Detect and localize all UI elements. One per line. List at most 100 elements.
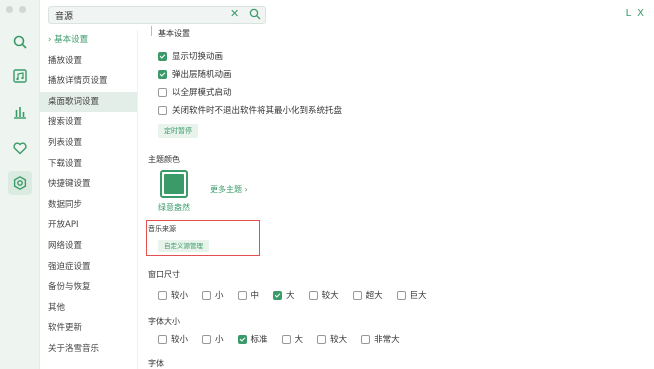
- check-minimize-to-tray[interactable]: 关闭软件时不退出软件将其最小化到系统托盘: [158, 104, 342, 116]
- window-size-option[interactable]: 较小: [158, 289, 188, 301]
- nav-item-desktop-lyric[interactable]: 桌面歌词设置: [40, 91, 137, 113]
- option-label: 超大: [365, 291, 383, 301]
- nav-item-network[interactable]: 网络设置: [40, 236, 137, 257]
- app-window: ✕ L X › 基本设置 播放设置 播放详情页设置 桌面歌词设置 搜索设置 列表…: [0, 0, 654, 369]
- checkbox[interactable]: [237, 334, 247, 344]
- option-label: 巨大: [409, 291, 427, 301]
- settings-icon[interactable]: [8, 171, 32, 195]
- more-themes-link[interactable]: 更多主题 ›: [210, 184, 248, 195]
- font-size-option[interactable]: 标准: [237, 333, 268, 345]
- font-size-option[interactable]: 较小: [158, 333, 188, 345]
- checkbox[interactable]: [352, 290, 362, 300]
- window-size-option[interactable]: 较大: [308, 289, 339, 301]
- checkbox[interactable]: [237, 290, 247, 300]
- timer-pause-button[interactable]: 定时暂停: [158, 124, 198, 138]
- section-title-font-size: 字体大小: [148, 317, 180, 326]
- checkbox[interactable]: [317, 334, 327, 344]
- nav-item-hotkey[interactable]: 快捷键设置: [40, 174, 137, 195]
- nav-item-download[interactable]: 下载设置: [40, 154, 137, 175]
- search-submit-icon[interactable]: [249, 8, 261, 20]
- option-label: 非常大: [374, 335, 400, 345]
- checkbox[interactable]: [281, 334, 291, 344]
- section-title-theme: 主题颜色: [148, 155, 180, 164]
- window-dot[interactable]: [19, 6, 26, 13]
- traffic-lights: [6, 6, 26, 13]
- section-title-basic: 基本设置: [158, 29, 190, 38]
- close-button[interactable]: X: [637, 8, 644, 19]
- nav-item-search[interactable]: 搜索设置: [40, 112, 137, 133]
- search-input[interactable]: [55, 10, 225, 20]
- icon-rail: [0, 0, 40, 369]
- checkbox[interactable]: [158, 105, 167, 115]
- option-label: 小: [215, 335, 224, 345]
- search-icon[interactable]: [8, 30, 32, 54]
- window-size-options: 较小 小 中 大 较大 超大 巨大: [158, 289, 441, 301]
- chart-icon[interactable]: [8, 100, 32, 124]
- option-label: 小: [215, 291, 224, 301]
- nav-item-sync[interactable]: 数据同步: [40, 195, 137, 216]
- option-label: 标准: [250, 335, 268, 345]
- nav-item-backup[interactable]: 备份与恢复: [40, 277, 137, 298]
- font-size-options: 较小 小 标准 大 较大 非常大: [158, 333, 414, 345]
- checkbox-label: 弹出层随机动画: [172, 70, 232, 80]
- window-dot[interactable]: [6, 6, 13, 13]
- window-controls: L X: [626, 8, 644, 19]
- theme-name: 绿意盎然: [158, 203, 190, 212]
- nav-item-other[interactable]: 其他: [40, 298, 137, 319]
- checkbox[interactable]: [158, 69, 167, 79]
- check-fullscreen-start[interactable]: 以全屏模式启动: [158, 86, 232, 98]
- custom-source-button[interactable]: 自定义源管理: [158, 240, 209, 252]
- settings-content: 基本设置 显示切换动画 弹出层随机动画 以全屏模式启动 关闭软件时不退出软件将其…: [146, 26, 646, 369]
- nav-item-odc[interactable]: 强迫症设置: [40, 257, 137, 278]
- window-size-option[interactable]: 超大: [352, 289, 383, 301]
- nav-item-update[interactable]: 软件更新: [40, 318, 137, 339]
- check-random-popup-animation[interactable]: 弹出层随机动画: [158, 68, 232, 80]
- nav-item-about[interactable]: 关于洛雪音乐: [40, 339, 137, 360]
- section-title-font: 字体: [148, 359, 164, 368]
- checkbox[interactable]: [158, 290, 167, 300]
- theme-swatch-green[interactable]: [160, 170, 188, 198]
- heart-icon[interactable]: [8, 136, 32, 160]
- checkbox[interactable]: [273, 290, 283, 300]
- checkbox-label: 以全屏模式启动: [172, 88, 232, 98]
- window-size-option[interactable]: 小: [202, 289, 224, 301]
- option-label: 较小: [171, 335, 189, 345]
- font-size-option[interactable]: 小: [202, 333, 224, 345]
- window-size-option[interactable]: 中: [237, 289, 260, 301]
- nav-item-basic[interactable]: › 基本设置: [40, 30, 137, 51]
- checkbox[interactable]: [202, 334, 212, 344]
- section-title-window-size: 窗口尺寸: [148, 270, 180, 279]
- section-divider: [151, 26, 152, 36]
- option-label: 较大: [330, 335, 348, 345]
- nav-item-play-detail[interactable]: 播放详情页设置: [40, 71, 137, 92]
- option-label: 较大: [321, 291, 339, 301]
- checkbox[interactable]: [158, 334, 167, 344]
- checkbox[interactable]: [361, 334, 371, 344]
- option-label: 较小: [171, 291, 189, 301]
- checkbox[interactable]: [308, 290, 318, 300]
- settings-nav: › 基本设置 播放设置 播放详情页设置 桌面歌词设置 搜索设置 列表设置 下载设…: [40, 30, 138, 369]
- option-label: 中: [250, 291, 260, 301]
- nav-item-play[interactable]: 播放设置: [40, 51, 137, 72]
- font-size-option[interactable]: 非常大: [361, 333, 400, 345]
- checkbox[interactable]: [158, 51, 167, 61]
- section-title-source: 音乐来源: [148, 225, 176, 233]
- checkbox[interactable]: [202, 290, 212, 300]
- check-show-animation[interactable]: 显示切换动画: [158, 50, 223, 62]
- checkbox-label: 关闭软件时不退出软件将其最小化到系统托盘: [172, 106, 343, 116]
- nav-item-label: 基本设置: [54, 35, 89, 45]
- clear-icon[interactable]: ✕: [230, 7, 239, 21]
- checkbox[interactable]: [396, 290, 406, 300]
- checkbox-label: 显示切换动画: [172, 52, 224, 62]
- nav-item-open-api[interactable]: 开放API: [40, 215, 137, 236]
- nav-item-list[interactable]: 列表设置: [40, 133, 137, 154]
- minimize-button[interactable]: L: [626, 8, 632, 19]
- font-size-option[interactable]: 较大: [317, 333, 347, 345]
- window-size-option[interactable]: 巨大: [396, 289, 427, 301]
- checkbox[interactable]: [158, 87, 167, 97]
- music-icon[interactable]: [8, 64, 32, 88]
- option-label: 大: [294, 335, 304, 345]
- window-size-option[interactable]: 大: [273, 289, 295, 301]
- font-size-option[interactable]: 大: [281, 333, 304, 345]
- theme-color-fill: [164, 174, 184, 194]
